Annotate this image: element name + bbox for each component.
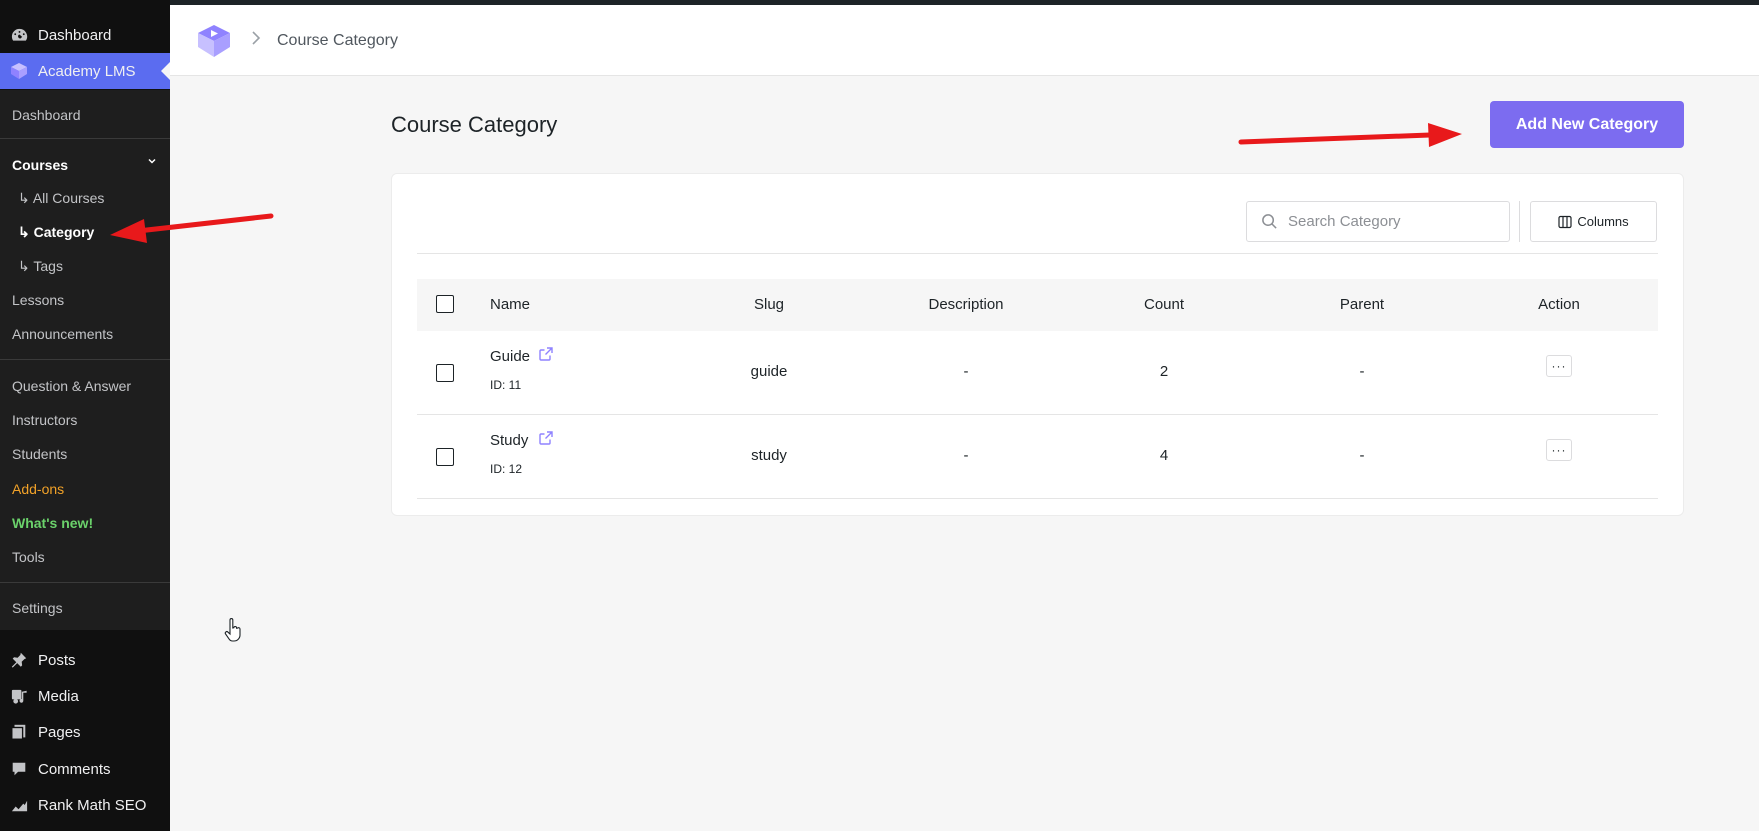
- search-box[interactable]: [1246, 201, 1510, 242]
- academy-submenu: Dashboard Courses ↳ All Courses ↳ Catego…: [0, 90, 170, 630]
- table-header: Name Slug Description Count Parent Actio…: [417, 279, 1658, 331]
- sidebar-item-label: Media: [38, 687, 79, 705]
- submenu-courses[interactable]: Courses: [12, 157, 68, 173]
- submenu-instructors[interactable]: Instructors: [12, 412, 77, 428]
- submenu-lessons[interactable]: Lessons: [12, 292, 64, 308]
- media-icon: [9, 686, 29, 706]
- category-description: -: [963, 447, 969, 464]
- category-count: 2: [1159, 363, 1169, 380]
- sidebar-item-label: Dashboard: [38, 26, 112, 44]
- submenu-tags[interactable]: ↳ Tags: [18, 258, 63, 275]
- submenu-dashboard[interactable]: Dashboard: [12, 107, 81, 123]
- search-icon: [1261, 213, 1278, 230]
- column-header-action: Action: [1538, 296, 1580, 313]
- submenu-students[interactable]: Students: [12, 446, 67, 462]
- category-parent: -: [1359, 447, 1365, 464]
- column-header-count[interactable]: Count: [1144, 296, 1184, 313]
- pages-icon: [9, 722, 29, 742]
- column-header-name[interactable]: Name: [490, 296, 530, 313]
- row-checkbox[interactable]: [436, 448, 454, 466]
- category-description: -: [963, 363, 969, 380]
- category-parent: -: [1359, 363, 1365, 380]
- sidebar-item-rank-math[interactable]: Rank Math SEO: [0, 787, 170, 823]
- sidebar-item-posts[interactable]: Posts: [0, 642, 170, 678]
- add-new-category-button[interactable]: Add New Category: [1490, 101, 1684, 148]
- toolbar-divider: [1519, 201, 1520, 242]
- submenu-divider: [0, 359, 170, 360]
- category-count: 4: [1159, 447, 1169, 464]
- comment-icon: [9, 759, 29, 779]
- rank-math-icon: [9, 795, 29, 815]
- breadcrumb-chevron-icon: [250, 29, 262, 52]
- table-row: Guide ID: 11 guide - 2 - ···: [417, 331, 1658, 415]
- sidebar-item-label: Rank Math SEO: [38, 796, 147, 814]
- admin-sidebar: Dashboard Academy LMS Dashboard Courses …: [0, 0, 170, 831]
- sidebar-item-academy-lms[interactable]: Academy LMS: [0, 53, 170, 89]
- column-header-slug[interactable]: Slug: [754, 296, 784, 313]
- hand-cursor-icon: [224, 618, 242, 647]
- submenu-category[interactable]: ↳ Category: [18, 224, 94, 241]
- sidebar-item-label: Posts: [38, 651, 76, 669]
- column-header-description[interactable]: Description: [928, 296, 1003, 313]
- toolbar-divider-line: [417, 253, 1658, 254]
- external-link-icon[interactable]: [538, 430, 554, 446]
- arrow-to-add-button: [1238, 123, 1462, 147]
- category-name-link[interactable]: Guide: [490, 348, 530, 365]
- dashboard-icon: [9, 25, 29, 45]
- row-action-menu-button[interactable]: ···: [1546, 439, 1572, 461]
- chevron-down-icon: [147, 155, 157, 169]
- table-row: Study ID: 12 study - 4 - ···: [417, 415, 1658, 499]
- breadcrumb: Course Category: [277, 32, 398, 49]
- search-input[interactable]: [1288, 213, 1488, 230]
- app-header: Course Category: [170, 5, 1759, 76]
- submenu-all-courses[interactable]: ↳ All Courses: [18, 190, 104, 207]
- category-slug: study: [751, 447, 787, 464]
- category-id: ID: 12: [490, 462, 523, 476]
- submenu-addons[interactable]: Add-ons: [12, 481, 64, 497]
- category-table-card: Columns Name Slug Description Count Pare…: [391, 173, 1684, 516]
- submenu-question-answer[interactable]: Question & Answer: [12, 378, 131, 394]
- column-header-parent[interactable]: Parent: [1340, 296, 1384, 313]
- row-action-menu-button[interactable]: ···: [1546, 355, 1572, 377]
- submenu-announcements[interactable]: Announcements: [12, 326, 113, 342]
- columns-button-label: Columns: [1577, 214, 1629, 229]
- sidebar-item-dashboard[interactable]: Dashboard: [0, 17, 170, 53]
- sidebar-item-label: Academy LMS: [38, 62, 136, 80]
- sidebar-item-label: Pages: [38, 723, 81, 741]
- columns-button[interactable]: Columns: [1530, 201, 1657, 242]
- pin-icon: [9, 650, 29, 670]
- category-slug: guide: [750, 363, 788, 380]
- sidebar-item-pages[interactable]: Pages: [0, 714, 170, 750]
- select-all-checkbox[interactable]: [436, 295, 454, 313]
- sidebar-item-media[interactable]: Media: [0, 678, 170, 714]
- sidebar-item-label: Comments: [38, 760, 111, 778]
- sidebar-item-comments[interactable]: Comments: [0, 751, 170, 787]
- academy-logo-icon[interactable]: [194, 21, 234, 61]
- category-name-link[interactable]: Study: [490, 432, 528, 449]
- category-id: ID: 11: [490, 378, 522, 392]
- external-link-icon[interactable]: [538, 346, 554, 362]
- row-checkbox[interactable]: [436, 364, 454, 382]
- submenu-whats-new[interactable]: What's new!: [12, 515, 93, 531]
- academy-logo-icon: [9, 61, 29, 81]
- page-title: Course Category: [391, 112, 558, 137]
- submenu-settings[interactable]: Settings: [12, 600, 63, 616]
- submenu-divider: [0, 582, 170, 583]
- submenu-tools[interactable]: Tools: [12, 549, 45, 565]
- submenu-divider: [0, 138, 170, 139]
- columns-icon: [1558, 215, 1572, 229]
